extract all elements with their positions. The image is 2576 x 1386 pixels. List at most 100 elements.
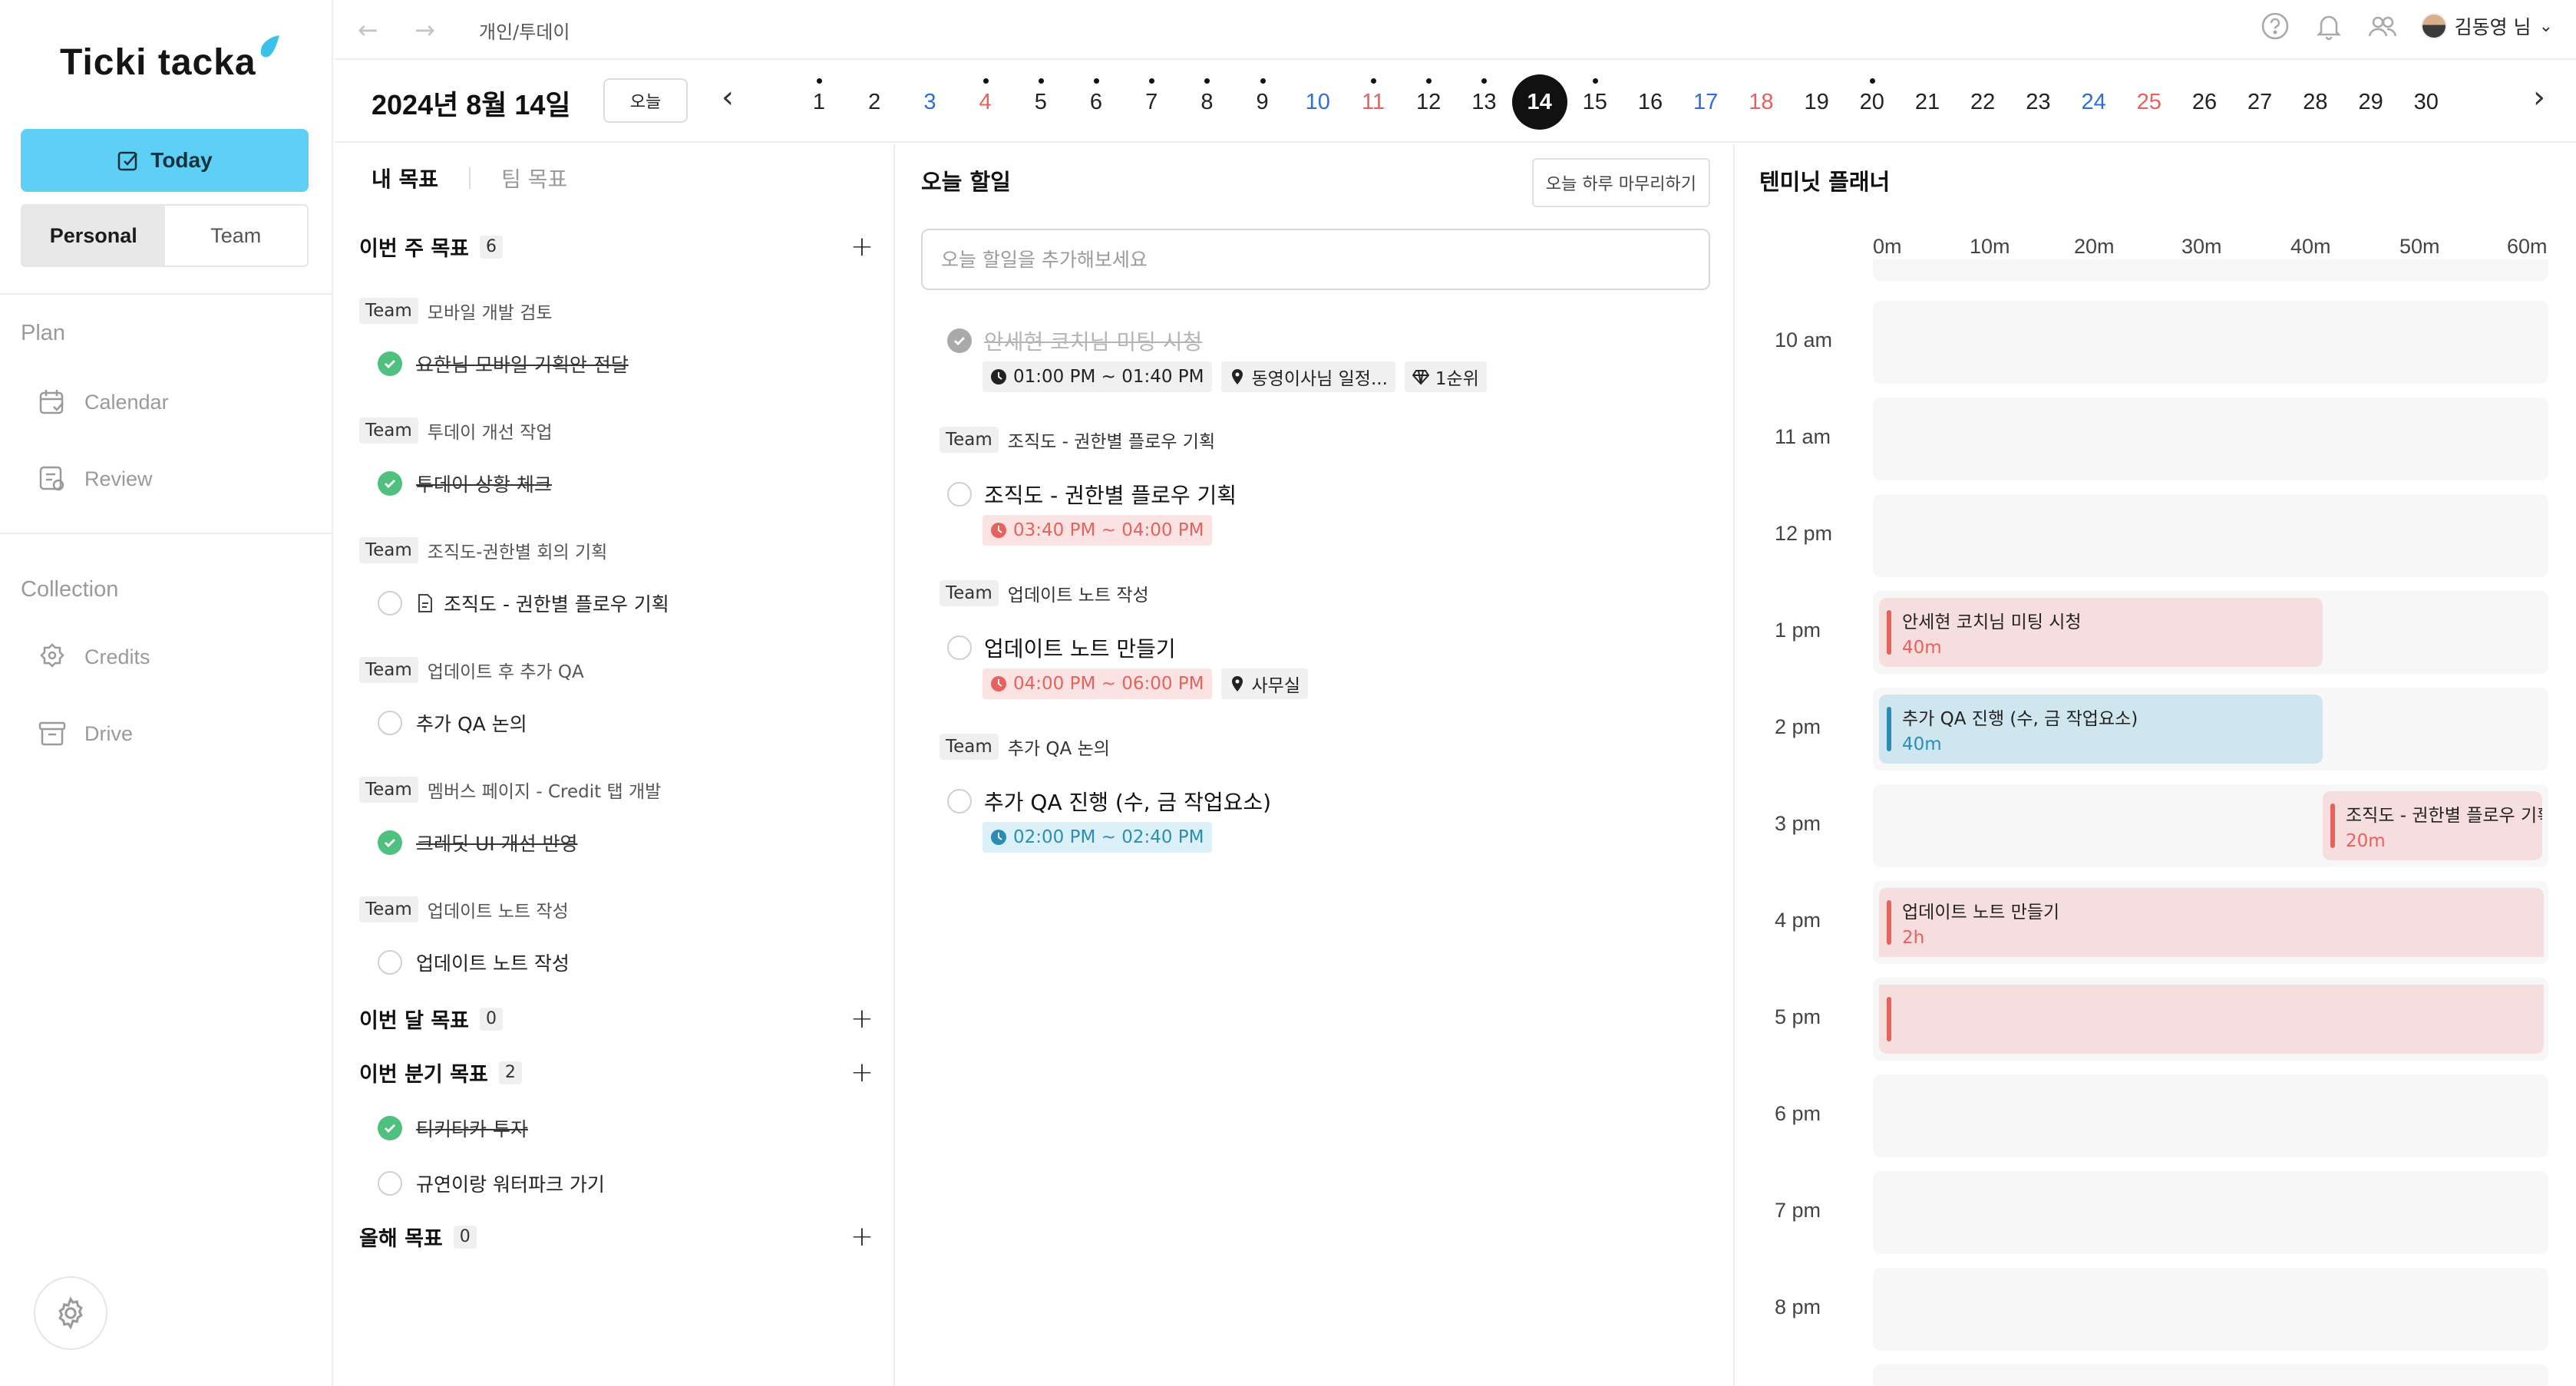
unchecked-circle-icon[interactable] xyxy=(947,635,972,660)
goal-item[interactable]: 규연이랑 워터파크 가기 xyxy=(378,1170,605,1197)
day-number: 21 xyxy=(1914,89,1940,114)
unchecked-circle-icon[interactable] xyxy=(947,789,972,813)
unchecked-circle-icon[interactable] xyxy=(378,591,402,615)
time-slot[interactable] xyxy=(1873,1365,2548,1386)
day-item[interactable]: 2 xyxy=(847,61,902,143)
goal-group-label: Team 업데이트 노트 작성 xyxy=(359,896,569,922)
day-item[interactable]: 7 xyxy=(1124,61,1179,143)
planner-event[interactable]: 안세현 코치님 미팅 시청 40m xyxy=(1879,598,2323,667)
day-item[interactable]: 6 xyxy=(1068,61,1124,143)
day-item[interactable]: 1 xyxy=(791,61,847,143)
day-item[interactable]: 30 xyxy=(2399,61,2454,143)
day-item[interactable]: 26 xyxy=(2177,61,2232,143)
unchecked-circle-icon[interactable] xyxy=(947,482,972,507)
tasks-title: 오늘 할일 xyxy=(921,169,1011,195)
day-item[interactable]: 9 xyxy=(1235,61,1290,143)
goal-item[interactable]: 추가 QA 논의 xyxy=(378,709,527,737)
goal-item[interactable]: 요한님 모바일 기획안 전달 xyxy=(378,350,629,378)
day-item[interactable]: 8 xyxy=(1179,61,1234,143)
breadcrumb: 개인/투데이 xyxy=(479,21,570,43)
sidebar-item-drive[interactable]: Drive xyxy=(37,718,133,749)
day-item[interactable]: 29 xyxy=(2343,61,2399,143)
time-slot[interactable] xyxy=(1873,494,2548,577)
add-quarter-goal-button[interactable]: + xyxy=(850,1058,874,1087)
sidebar-item-credits[interactable]: Credits xyxy=(37,642,150,672)
planner-event[interactable]: 조직도 - 권한별 플로우 기획 20m xyxy=(2323,791,2542,860)
day-item[interactable]: 19 xyxy=(1789,61,1844,143)
unchecked-circle-icon[interactable] xyxy=(378,950,402,975)
unchecked-circle-icon[interactable] xyxy=(378,1171,402,1196)
task-item[interactable]: 업데이트 노트 만들기 xyxy=(947,632,1176,663)
next-date-chevron-icon[interactable]: › xyxy=(2533,80,2545,115)
day-item[interactable]: 24 xyxy=(2066,61,2122,143)
day-item[interactable]: 25 xyxy=(2122,61,2177,143)
checked-icon[interactable] xyxy=(378,351,402,376)
day-item[interactable]: 20 xyxy=(1844,61,1900,143)
checked-icon[interactable] xyxy=(378,471,402,496)
day-item[interactable]: 28 xyxy=(2287,61,2343,143)
day-item[interactable]: 21 xyxy=(1900,61,1955,143)
checked-icon[interactable] xyxy=(378,1116,402,1140)
day-item[interactable]: 27 xyxy=(2232,61,2287,143)
day-item[interactable]: 10 xyxy=(1290,61,1346,143)
time-slot[interactable] xyxy=(1873,1268,2548,1351)
add-year-goal-button[interactable]: + xyxy=(850,1223,874,1251)
time-slot[interactable] xyxy=(1873,301,2548,384)
add-task-input[interactable] xyxy=(921,229,1710,290)
team-tag: Team xyxy=(359,537,418,563)
tab-team-goals[interactable]: 팀 목표 xyxy=(501,163,567,193)
prev-date-chevron-icon[interactable]: ‹ xyxy=(722,80,734,115)
app-logo[interactable]: Ticki tacka xyxy=(60,41,256,84)
day-item[interactable]: 16 xyxy=(1623,61,1678,143)
checked-icon[interactable] xyxy=(378,830,402,855)
go-today-button[interactable]: 오늘 xyxy=(603,78,688,123)
unchecked-circle-icon[interactable] xyxy=(378,711,402,735)
back-arrow-icon[interactable]: ← xyxy=(358,15,378,45)
forward-arrow-icon[interactable]: → xyxy=(414,15,435,45)
day-item[interactable]: 11 xyxy=(1346,61,1401,143)
add-month-goal-button[interactable]: + xyxy=(850,1005,874,1033)
task-item[interactable]: 안세현 코치님 미팅 시청 xyxy=(947,325,1202,356)
task-item[interactable]: 추가 QA 진행 (수, 금 작업요소) xyxy=(947,786,1271,817)
day-item[interactable]: 18 xyxy=(1733,61,1788,143)
help-icon[interactable] xyxy=(2260,11,2290,41)
planner-event-continuation[interactable] xyxy=(1879,985,2544,1054)
finish-day-button[interactable]: 오늘 하루 마무리하기 xyxy=(1531,158,1710,207)
goal-item[interactable]: 티키타카 투자 xyxy=(378,1114,528,1142)
bell-icon[interactable] xyxy=(2313,11,2344,41)
planner-event[interactable]: 업데이트 노트 만들기 2h xyxy=(1879,888,2544,957)
task-item[interactable]: 조직도 - 권한별 플로우 기획 xyxy=(947,479,1237,510)
time-slot[interactable] xyxy=(1873,398,2548,480)
day-item[interactable]: 31 xyxy=(2454,61,2463,143)
goal-item[interactable]: 조직도 - 권한별 플로우 기획 xyxy=(378,589,669,617)
day-item[interactable]: 4 xyxy=(958,61,1013,143)
sidebar-item-calendar[interactable]: Calendar xyxy=(37,387,169,417)
sidebar-item-review[interactable]: Review xyxy=(37,464,153,494)
day-item[interactable]: 13 xyxy=(1456,61,1511,143)
add-week-goal-button[interactable]: + xyxy=(850,233,874,261)
settings-button[interactable] xyxy=(34,1276,107,1350)
planner-event[interactable]: 추가 QA 진행 (수, 금 작업요소) 40m xyxy=(1879,695,2323,764)
time-slot[interactable] xyxy=(1873,1171,2548,1254)
day-item[interactable]: 22 xyxy=(1955,61,2010,143)
tab-my-goals[interactable]: 내 목표 xyxy=(372,163,438,193)
day-item[interactable]: 3 xyxy=(902,61,957,143)
user-menu[interactable]: 김동영 님 ⌄ xyxy=(2420,12,2553,40)
time-slot[interactable] xyxy=(1873,1074,2548,1157)
day-item[interactable]: 23 xyxy=(2010,61,2066,143)
segment-personal[interactable]: Personal xyxy=(22,206,165,266)
goal-item[interactable]: 업데이트 노트 작성 xyxy=(378,949,570,976)
goal-item[interactable]: 투데이 상황 체크 xyxy=(378,470,552,497)
people-icon[interactable] xyxy=(2367,11,2398,41)
goal-item[interactable]: 크레딧 UI 개선 반영 xyxy=(378,829,578,856)
day-item[interactable]: 12 xyxy=(1401,61,1456,143)
today-button[interactable]: Today xyxy=(21,129,309,192)
day-item[interactable]: 17 xyxy=(1678,61,1733,143)
day-item[interactable]: 15 xyxy=(1567,61,1623,143)
task-meta: 01:00 PM ~ 01:40 PM 동영이사님 일정... 1순위 xyxy=(983,361,1487,392)
day-item[interactable]: 5 xyxy=(1013,61,1068,143)
checked-icon[interactable] xyxy=(947,328,972,353)
segment-team[interactable]: Team xyxy=(165,206,308,266)
time-slot[interactable] xyxy=(1873,259,2548,281)
day-selected[interactable]: 14 xyxy=(1511,61,1567,143)
